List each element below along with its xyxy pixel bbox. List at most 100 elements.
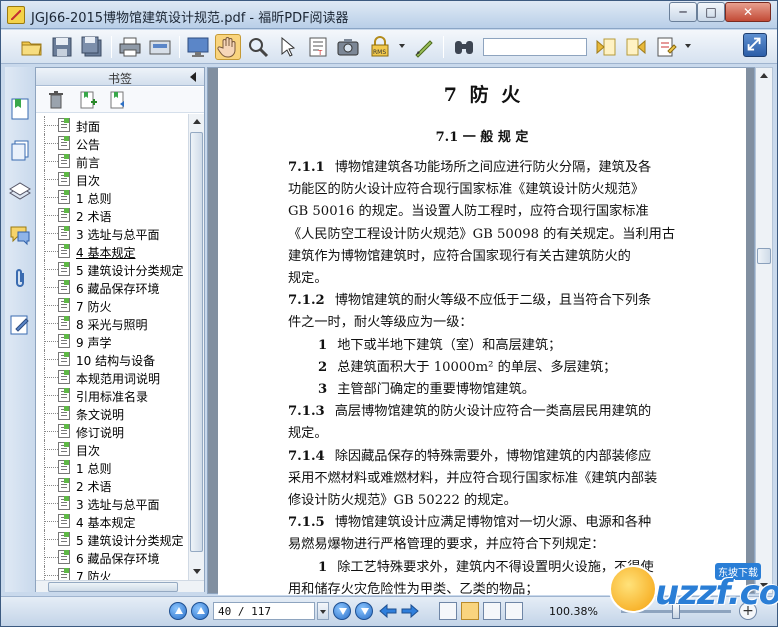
bookmark-item[interactable]: 1 总则 <box>36 458 188 476</box>
main-toolbar: T RMS <box>1 30 777 64</box>
continuous-facing-view-icon[interactable] <box>505 602 523 620</box>
print-icon[interactable] <box>117 34 143 60</box>
zoom-level[interactable]: 100.38% <box>549 605 598 618</box>
bookmark-item[interactable]: 9 声学 <box>36 332 188 350</box>
bookmark-item[interactable]: 1 总则 <box>36 188 188 206</box>
add-child-bookmark-icon[interactable] <box>108 90 128 110</box>
bookmark-item[interactable]: 6 藏品保存环境 <box>36 548 188 566</box>
scanner-icon[interactable] <box>147 34 173 60</box>
save-as-icon[interactable] <box>79 34 105 60</box>
document-text-line: GB 50016 的规定。当设置人防工程时，应符合现行国家标准 <box>288 200 696 219</box>
collapse-panel-icon[interactable] <box>190 72 196 82</box>
bookmark-label: 公告 <box>76 138 101 152</box>
bookmark-scrollbar[interactable] <box>188 114 204 580</box>
facing-view-icon[interactable] <box>483 602 501 620</box>
bookmark-page-icon <box>58 352 70 366</box>
bookmark-item[interactable]: 封面 <box>36 116 188 134</box>
doc-scroll-up-arrow[interactable] <box>760 73 768 78</box>
bookmark-panel-icon[interactable] <box>8 97 32 121</box>
document-text-line: 7.1.5 博物馆建筑设计应满足博物馆对一切火源、电源和各种 <box>288 511 696 530</box>
expand-icon[interactable] <box>743 33 767 57</box>
document-viewport[interactable]: 7 防 火 7.1 一 般 规 定 7.1.1 博物馆建筑各功能场所之间应进行防火… <box>207 67 755 595</box>
bookmark-hscroll-thumb[interactable] <box>48 582 178 592</box>
pages-panel-icon[interactable] <box>8 139 32 163</box>
bookmark-item[interactable]: 5 建筑设计分类规定 <box>36 530 188 548</box>
bookmark-hscrollbar[interactable] <box>36 580 204 592</box>
bookmark-item[interactable]: 3 选址与总平面 <box>36 494 188 512</box>
bookmark-item[interactable]: 引用标准名录 <box>36 386 188 404</box>
delete-bookmark-icon[interactable] <box>46 90 66 110</box>
bookmark-item[interactable]: 条文说明 <box>36 404 188 422</box>
find-next-icon[interactable] <box>623 34 649 60</box>
bookmark-page-icon <box>58 478 70 492</box>
maximize-button[interactable]: □ <box>697 2 725 22</box>
bookmark-item[interactable]: 8 采光与照明 <box>36 314 188 332</box>
pdf-page[interactable]: 7 防 火 7.1 一 般 规 定 7.1.1 博物馆建筑各功能场所之间应进行防火… <box>218 68 746 595</box>
last-page-button[interactable] <box>355 602 373 620</box>
single-page-view-icon[interactable] <box>439 602 457 620</box>
window-title: JGJ66-2015博物馆建筑设计规范.pdf - 福昕PDF阅读器 <box>31 11 349 26</box>
add-bookmark-icon[interactable] <box>78 90 98 110</box>
previous-page-button[interactable] <box>191 602 209 620</box>
bookmark-item[interactable]: 7 防火 <box>36 296 188 314</box>
next-page-button[interactable] <box>333 602 351 620</box>
bookmark-item[interactable]: 2 术语 <box>36 206 188 224</box>
zoom-tool-icon[interactable] <box>245 34 271 60</box>
bookmark-item[interactable]: 7 防火 <box>36 566 188 580</box>
scroll-down-arrow[interactable] <box>193 569 201 574</box>
text-select-icon[interactable]: T <box>305 34 331 60</box>
document-scrollbar[interactable] <box>755 67 773 594</box>
signatures-panel-icon[interactable] <box>8 313 32 337</box>
bookmark-label: 引用标准名录 <box>76 390 149 404</box>
close-button[interactable]: ✕ <box>725 2 771 22</box>
sign-icon[interactable] <box>411 34 437 60</box>
hand-tool-icon[interactable] <box>215 34 241 60</box>
annotate-dropdown-arrow[interactable] <box>685 44 691 48</box>
rms-dropdown-arrow[interactable] <box>399 44 405 48</box>
clause-text: 功能区的防火设计应符合现行国家标准《建筑设计防火规范》 <box>288 182 645 198</box>
first-page-button[interactable] <box>169 602 187 620</box>
bookmark-item[interactable]: 4 基本规定 <box>36 512 188 530</box>
clause-number: 7.1.4 <box>288 448 325 464</box>
bookmark-item[interactable]: 目次 <box>36 170 188 188</box>
binoculars-icon[interactable] <box>451 34 477 60</box>
bookmark-item[interactable]: 前言 <box>36 152 188 170</box>
bookmark-scroll-thumb[interactable] <box>190 132 203 552</box>
bookmark-page-icon <box>58 262 70 276</box>
forward-arrow-icon[interactable] <box>401 603 419 619</box>
bookmark-item[interactable]: 6 藏品保存环境 <box>36 278 188 296</box>
clause-text: 易燃易爆物进行严格管理的要求，并应符合下列规定： <box>288 537 605 553</box>
open-folder-icon[interactable] <box>19 34 45 60</box>
clause-number: 7.1.3 <box>288 404 325 420</box>
bookmark-item[interactable]: 3 选址与总平面 <box>36 224 188 242</box>
minimize-button[interactable]: ─ <box>669 2 697 22</box>
rms-lock-icon[interactable]: RMS <box>367 34 393 60</box>
continuous-view-icon[interactable] <box>461 602 479 620</box>
back-arrow-icon[interactable] <box>379 603 397 619</box>
page-number-field[interactable]: 40 / 117 <box>213 602 315 620</box>
bookmark-item[interactable]: 2 术语 <box>36 476 188 494</box>
document-text-line: 功能区的防火设计应符合现行国家标准《建筑设计防火规范》 <box>288 178 696 197</box>
title-bar[interactable]: JGJ66-2015博物馆建筑设计规范.pdf - 福昕PDF阅读器 ─ □ ✕ <box>1 1 777 29</box>
comments-panel-icon[interactable] <box>8 223 32 247</box>
select-arrow-icon[interactable] <box>275 34 301 60</box>
scroll-up-arrow[interactable] <box>193 119 201 124</box>
bookmark-item[interactable]: 10 结构与设备 <box>36 350 188 368</box>
layers-panel-icon[interactable] <box>8 179 32 203</box>
bookmark-label: 3 选址与总平面 <box>76 498 160 512</box>
annotate-icon[interactable] <box>653 34 679 60</box>
snapshot-icon[interactable] <box>335 34 361 60</box>
save-icon[interactable] <box>49 34 75 60</box>
find-prev-icon[interactable] <box>593 34 619 60</box>
bookmark-item[interactable]: 修订说明 <box>36 422 188 440</box>
attachments-panel-icon[interactable] <box>8 267 32 291</box>
bookmark-item[interactable]: 公告 <box>36 134 188 152</box>
bookmark-item[interactable]: 4 基本规定 <box>36 242 188 260</box>
bookmark-item[interactable]: 5 建筑设计分类规定 <box>36 260 188 278</box>
bookmark-item[interactable]: 目次 <box>36 440 188 458</box>
fullscreen-icon[interactable] <box>185 34 211 60</box>
page-dropdown-arrow[interactable] <box>317 602 329 620</box>
search-input[interactable] <box>483 38 587 56</box>
bookmark-item[interactable]: 本规范用词说明 <box>36 368 188 386</box>
doc-scroll-thumb[interactable] <box>757 248 771 264</box>
